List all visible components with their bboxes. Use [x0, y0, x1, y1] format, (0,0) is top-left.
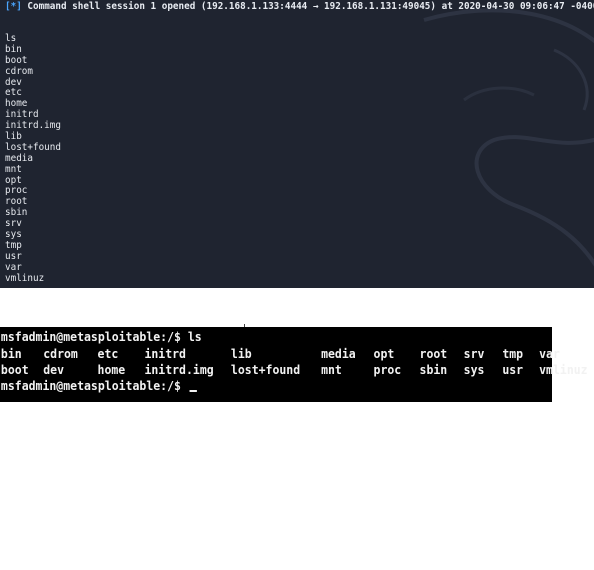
text-cursor [189, 390, 198, 392]
dir-entry: dev [43, 362, 65, 377]
metasploitable-console[interactable]: msfadmin@metasploitable:/$ ls bin cdrom … [0, 327, 588, 402]
dir-entry: vmlinuz [539, 362, 588, 377]
dir-entry: sbin [419, 362, 448, 377]
dir-entry: initrd.img [144, 362, 214, 377]
dir-entry: var [539, 346, 560, 361]
dir-entry: bin [0, 346, 22, 361]
dir-entry: proc [373, 362, 402, 377]
dir-entry: tmp [502, 346, 524, 361]
ls-output-row: bin cdrom etc initrd lib media opt root … [0, 346, 560, 362]
session-opened-message: [*] Command shell session 1 opened (192.… [5, 1, 594, 13]
ls-output-row: boot dev home initrd.img lost+found mnt … [0, 362, 588, 378]
kali-terminal-window[interactable]: [*] Command shell session 1 opened (192.… [0, 0, 594, 288]
prompt-line: msfadmin@metasploitable:/$ ls [0, 329, 202, 344]
dir-entry: media [321, 346, 356, 361]
dir-entry: srv [463, 346, 485, 361]
dir-entry: usr [502, 362, 524, 377]
dir-entry: lost+found [230, 362, 301, 377]
dir-entry: lib [230, 346, 252, 361]
screenshot-separator [0, 288, 594, 327]
output-line: var [5, 261, 22, 273]
dir-entry: boot [0, 362, 29, 377]
output-line: vmlinuz [5, 272, 45, 284]
dir-entry: home [97, 362, 126, 377]
dir-entry: sys [463, 362, 485, 377]
command-output: ls bin boot cdrom dev etc home initrd in… [5, 33, 61, 284]
output-line: cdrom [5, 65, 33, 77]
info-tag: [*] [5, 1, 22, 12]
session-text: Command shell session 1 opened (192.168.… [27, 1, 594, 12]
output-line: mnt [5, 163, 22, 175]
dir-entry: opt [373, 346, 395, 361]
dir-entry: etc [97, 346, 119, 361]
kali-dragon-icon [423, 8, 594, 267]
prompt-text: msfadmin@metasploitable:/$ [0, 378, 188, 393]
dir-entry: cdrom [43, 346, 78, 361]
prompt-line-active[interactable]: msfadmin@metasploitable:/$ [0, 378, 198, 394]
dir-entry: root [419, 346, 448, 361]
dir-entry: initrd [144, 346, 186, 361]
dir-entry: mnt [321, 362, 342, 377]
